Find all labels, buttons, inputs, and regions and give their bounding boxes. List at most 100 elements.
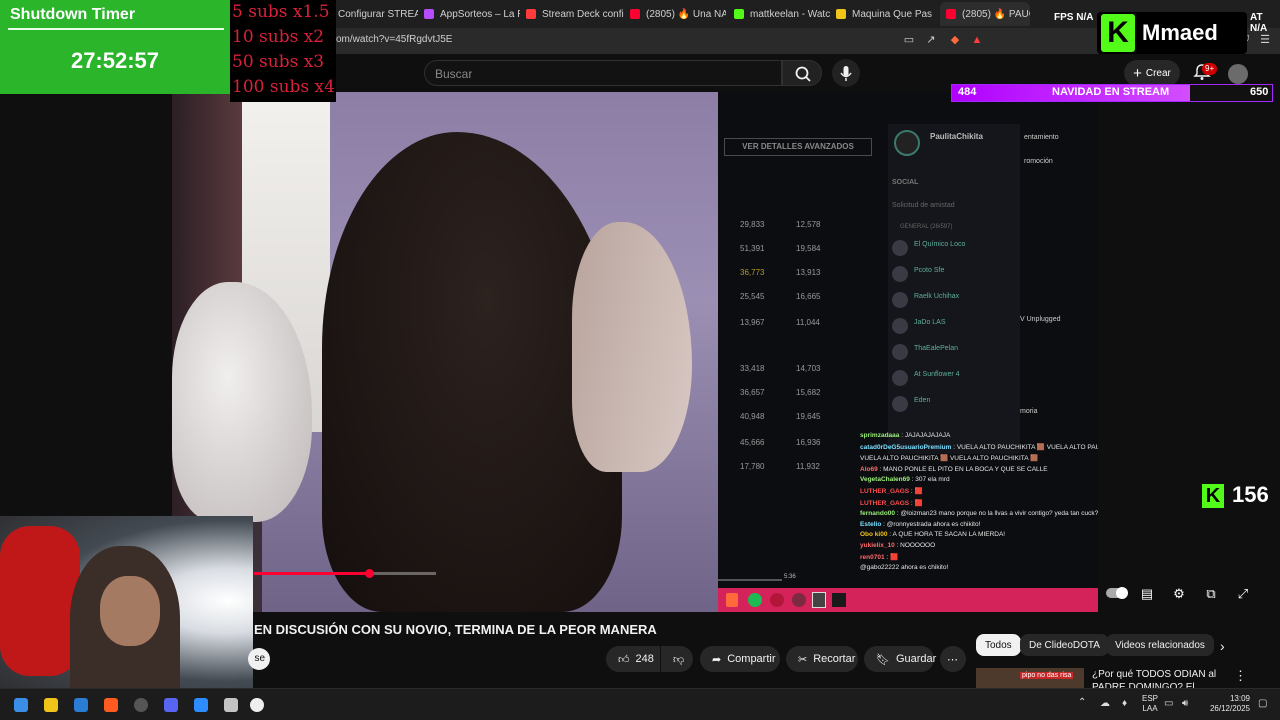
friend-request-label: Solicitud de amistad — [892, 202, 955, 209]
app-taskbar-icon[interactable] — [194, 698, 208, 712]
right-column — [1098, 92, 1280, 612]
menu-icon[interactable]: ☰ — [1258, 33, 1272, 47]
multiplier-line: 5 subs x1.5 — [232, 2, 330, 22]
miniplayer-icon[interactable]: ⧉ — [1202, 586, 1220, 602]
cast-icon[interactable]: ▭ — [902, 33, 916, 47]
embedded-taskbar — [718, 588, 1098, 612]
chat-text: 307 ela mrd — [915, 476, 950, 484]
chat-text: @loizman23 mano porque no la llvas a viv… — [900, 510, 1098, 518]
video-title: EN DISCUSIÓN CON SU NOVIO, TERMINA DE LA… — [254, 622, 657, 637]
chat-username: LUTHER_GAGS — [860, 499, 910, 507]
discord-icon[interactable] — [164, 698, 178, 712]
chat-text: 🟥 — [914, 499, 923, 507]
brave-shield-icon[interactable]: ◆ — [948, 33, 962, 47]
chat-username: Obo ki00 — [860, 531, 888, 539]
like-button[interactable]: 👍︎ 248 — [606, 646, 660, 672]
search-button[interactable] — [782, 60, 822, 86]
browser-tab[interactable]: (2805) 🔥 Una NAV — [630, 4, 726, 24]
cloud-icon[interactable]: ☁ — [1100, 698, 1110, 709]
browser-tab[interactable]: Stream Deck config — [526, 4, 624, 24]
clip-button[interactable]: ✂ Recortar — [786, 646, 858, 672]
chat-message: Obo ki00 : A QUE HORA TE SACAN LA MIERDA… — [860, 531, 1006, 539]
more-actions-button[interactable]: ⋯ — [940, 646, 966, 672]
browser-tab[interactable]: (2805) 🔥 PAUC× — [940, 2, 1030, 26]
chat-username: LUTHER_GAGS — [860, 487, 910, 495]
brave-taskbar-icon[interactable] — [104, 698, 118, 712]
video-player[interactable] — [172, 92, 718, 612]
screen-time-label: 5:36 — [784, 574, 796, 580]
chat-username: ren0701 — [860, 553, 885, 561]
autoplay-toggle[interactable] — [1106, 587, 1128, 599]
side-label: V Unplugged — [1020, 316, 1061, 323]
webcam-chair — [0, 526, 80, 676]
tray-chevron-up-icon[interactable]: ⌃ — [1078, 697, 1086, 708]
chip-all[interactable]: Todos — [976, 634, 1021, 656]
subscribe-button[interactable]: se — [248, 648, 270, 670]
subtitles-icon[interactable]: ▤ — [1138, 586, 1156, 602]
chat-text: @gabo22222 ahora es chikito! — [860, 564, 949, 572]
chat-username: fernando00 — [860, 510, 896, 518]
tray-app-icon[interactable]: ♦ — [1122, 698, 1127, 709]
more-vertical-icon[interactable]: ⋮ — [1234, 668, 1247, 684]
rewards-icon[interactable]: ▲ — [970, 33, 984, 47]
friend-avatar — [892, 292, 908, 308]
browser-tab[interactable]: mattkeelan - Watch — [734, 4, 830, 24]
browser-tab[interactable]: AppSorteos – La Ru — [424, 4, 520, 24]
search-input[interactable]: Buscar — [424, 60, 782, 86]
volume-icon[interactable]: 🔊︎ — [1182, 698, 1188, 709]
fullscreen-icon[interactable]: ⤢ — [1234, 586, 1252, 602]
obs-taskbar-icon[interactable] — [134, 698, 148, 712]
friend-avatar — [892, 240, 908, 256]
chat-text: 🟥 — [890, 553, 899, 561]
settings-gear-icon[interactable]: ⚙ — [1170, 586, 1188, 602]
url-field[interactable]: om/watch?v=45fRgdvtJ5E — [336, 34, 452, 45]
goal-current: 484 — [958, 86, 977, 98]
stat-value: 40,948 — [740, 412, 765, 421]
webcam-feed — [0, 516, 253, 704]
chat-message: LUTHER_GAGS : 🟥 — [860, 499, 923, 507]
share-page-icon[interactable]: ↗ — [924, 33, 938, 47]
notifications-icon[interactable]: ▢ — [1258, 698, 1267, 709]
chevron-right-icon[interactable]: › — [1220, 638, 1225, 654]
microphone-icon — [840, 66, 852, 81]
multiplier-line: 10 subs x2 — [232, 27, 325, 47]
tab-label: mattkeelan - Watch — [750, 8, 830, 20]
recommended-thumbnail-caption: pipo no das risa — [1020, 672, 1074, 679]
video-progress-scrubber[interactable] — [365, 569, 374, 578]
friend-group-label: GENERAL (26/597) — [900, 224, 953, 230]
profile-name: PaulitaChikita — [930, 132, 983, 141]
fps-label: FPS N/A — [1054, 12, 1094, 23]
terminal-icon — [832, 593, 846, 607]
windows-taskbar: ⌃ ☁ ♦ ▭ 🔊︎ ▢ — [0, 688, 1280, 720]
save-button[interactable]: 🔖︎ Guardar — [864, 646, 936, 672]
voice-search-button[interactable] — [832, 59, 860, 87]
browser-tab[interactable]: Configurar STREAM — [322, 4, 418, 24]
app2-taskbar-icon[interactable] — [224, 698, 238, 712]
chat-text: VUELA ALTO PAUCHIKITA 🟫 VUELA ALTO PAUCH… — [956, 443, 1098, 451]
language-line2: LAA — [1142, 704, 1158, 713]
account-avatar[interactable] — [1228, 64, 1248, 84]
share-button[interactable]: ➦ Compartir — [700, 646, 780, 672]
clock[interactable]: 13:09 26/12/2025 — [1206, 694, 1250, 714]
network-icon[interactable]: ▭ — [1164, 698, 1173, 709]
friend-avatar — [892, 266, 908, 282]
chat-username: VegetaChalen69 — [860, 476, 910, 484]
file-explorer-icon[interactable] — [44, 698, 58, 712]
advanced-details-button[interactable]: VER DETALLES AVANZADOS — [724, 138, 872, 156]
chip-channel[interactable]: De ClideoDOTA — [1020, 634, 1109, 656]
windows-start-icon[interactable] — [14, 698, 28, 712]
stat-value: 14,703 — [796, 364, 821, 373]
thumbs-up-icon: 👍︎ — [618, 653, 630, 666]
tab-label: Maquina Que Pasa — [852, 8, 932, 20]
social-panel: PaulitaChikita SOCIAL Solicitud de amist… — [888, 124, 1020, 454]
app3-taskbar-icon[interactable] — [250, 698, 264, 712]
language-indicator[interactable]: ESP LAA — [1142, 694, 1158, 714]
friend-avatar — [892, 318, 908, 334]
dislike-button[interactable]: 👎︎ — [661, 646, 693, 672]
chat-text: JAJAJAJAJAJA — [904, 432, 951, 439]
mail-icon[interactable] — [74, 698, 88, 712]
browser-tab[interactable]: Maquina Que Pasa — [836, 4, 932, 24]
chat-text: VUELA ALTO PAUCHIKITA 🟫 VUELA ALTO PAUCH… — [860, 455, 1039, 463]
create-button[interactable]: + Crear — [1124, 60, 1180, 86]
chip-related[interactable]: Videos relacionados — [1106, 634, 1214, 656]
